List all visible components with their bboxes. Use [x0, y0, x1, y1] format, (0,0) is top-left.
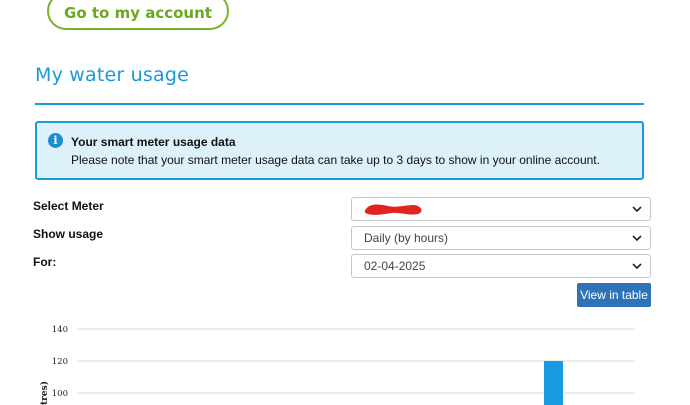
usage-select-value: Daily (by hours)	[364, 231, 449, 245]
info-title: Your smart meter usage data	[71, 135, 236, 149]
info-text: Please note that your smart meter usage …	[71, 153, 600, 167]
chevron-down-icon	[632, 206, 642, 213]
for-label: For:	[33, 255, 57, 269]
show-usage-label: Show usage	[33, 227, 104, 241]
y-tick-label: 100	[52, 389, 68, 399]
meter-select[interactable]	[351, 197, 651, 221]
usage-chart: 140 120 100 tres)	[39, 325, 635, 405]
y-tick-label: 120	[52, 357, 68, 367]
date-select[interactable]: 02-04-2025	[351, 254, 651, 278]
page-title: My water usage	[35, 64, 189, 86]
y-axis-title: tres)	[39, 381, 50, 405]
redaction-mark	[364, 204, 422, 215]
y-tick-label: 140	[52, 325, 68, 335]
info-box: i Your smart meter usage data Please not…	[35, 121, 644, 180]
date-select-value: 02-04-2025	[364, 259, 426, 273]
usage-select[interactable]: Daily (by hours)	[351, 226, 651, 250]
chevron-down-icon	[632, 263, 642, 270]
title-divider	[35, 103, 644, 105]
view-in-table-button[interactable]: View in table	[577, 283, 651, 307]
chevron-down-icon	[632, 235, 642, 242]
info-icon: i	[48, 133, 63, 148]
go-to-account-button[interactable]: Go to my account	[47, 0, 229, 30]
select-meter-label: Select Meter	[33, 199, 104, 213]
usage-bar[interactable]	[544, 361, 563, 405]
